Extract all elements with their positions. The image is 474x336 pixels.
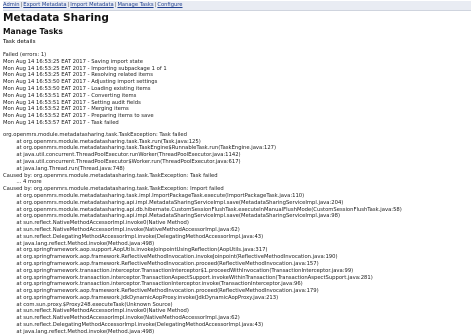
log-line: at org.springframework.transaction.inter… [3, 267, 354, 274]
log-line: Mon Aug 14 16:53:52 EAT 2017 - Merging i… [3, 106, 129, 113]
nav-link-import-metadata[interactable]: Import Metadata [70, 2, 113, 8]
log-line: at org.openmrs.module.metadatasharing.ta… [3, 138, 201, 145]
log-line: at org.openmrs.module.metadatasharing.ta… [3, 145, 277, 152]
log-line: at org.openmrs.module.metadatasharing.ta… [3, 192, 305, 199]
log-line: at java.util.concurrent.ThreadPoolExecut… [3, 152, 241, 159]
log-line: Caused by: org.openmrs.module.metadatash… [3, 186, 224, 193]
log-line: Mon Aug 14 16:53:51 EAT 2017 - Convertin… [3, 92, 137, 99]
log-line: at org.openmrs.module.metadatasharing.ap… [3, 213, 340, 220]
log-line: Mon Aug 14 16:53:50 EAT 2017 - Loading e… [3, 85, 151, 92]
log-line: Mon Aug 14 16:53:52 EAT 2017 - Preparing… [3, 113, 154, 120]
log-line: at sun.reflect.NativeMethodAccessorImpl.… [3, 226, 240, 233]
log-line: at sun.reflect.DelegatingMethodAccessorI… [3, 322, 264, 329]
nav-link-configure[interactable]: Configure [157, 2, 182, 8]
log-line: Mon Aug 14 16:53:50 EAT 2017 - Adjusting… [3, 79, 158, 86]
task-details-label: Task details [3, 39, 36, 45]
nav-link-manage-tasks[interactable]: Manage Tasks [117, 2, 153, 8]
nav-link-admin[interactable]: Admin [3, 2, 20, 8]
log-line: Mon Aug 14 16:53:25 EAT 2017 - Saving im… [3, 58, 143, 65]
log-line: at sun.reflect.NativeMethodAccessorImpl.… [3, 220, 189, 227]
log-line: at org.springframework.aop.framework.Ref… [3, 288, 319, 295]
log-line: at org.springframework.transaction.inter… [3, 274, 373, 281]
log-line: at java.lang.Thread.run(Thread.java:748) [3, 165, 125, 172]
log-line: at sun.reflect.NativeMethodAccessorImpl.… [3, 315, 240, 322]
log-line: at org.openmrs.module.metadatasharing.ap… [3, 199, 344, 206]
log-line: ... 4 more [3, 179, 42, 186]
nav-link-export-metadata[interactable]: Export Metadata [23, 2, 66, 8]
log-line: at java.util.concurrent.ThreadPoolExecut… [3, 158, 241, 165]
log-line: at sun.reflect.DelegatingMethodAccessorI… [3, 233, 264, 240]
log-line: Mon Aug 14 16:53:25 EAT 2017 - Resolving… [3, 72, 154, 79]
log-line: at java.lang.reflect.Method.invoke(Metho… [3, 328, 155, 335]
log-line: at org.openmrs.module.metadatasharing.ap… [3, 206, 402, 213]
log-line: at org.springframework.aop.framework.Jdk… [3, 294, 279, 301]
log-line: Mon Aug 14 16:53:25 EAT 2017 - Importing… [3, 65, 167, 72]
log-line: at org.springframework.aop.framework.Ref… [3, 254, 338, 261]
log-line: at org.springframework.aop.framework.Ref… [3, 260, 319, 267]
module-nav-bar: Admin|Export Metadata|Import Metadata|Ma… [3, 1, 471, 11]
log-line: Mon Aug 14 16:53:57 EAT 2017 - Task fail… [3, 119, 119, 126]
log-line: org.openmrs.module.metadatasharing.task.… [3, 131, 187, 138]
log-line: Caused by: org.openmrs.module.metadatash… [3, 172, 218, 179]
log-line: at sun.reflect.NativeMethodAccessorImpl.… [3, 308, 189, 315]
section-title: Manage Tasks [3, 27, 63, 36]
log-line: Mon Aug 14 16:53:51 EAT 2017 - Setting a… [3, 99, 141, 106]
log-line: at java.lang.reflect.Method.invoke(Metho… [3, 240, 155, 247]
task-log: Failed (errors: 1) Mon Aug 14 16:53:25 EA… [3, 52, 471, 336]
log-line: at org.springframework.aop.support.AopUt… [3, 247, 268, 254]
log-line: Failed (errors: 1) [3, 52, 47, 58]
page-title: Metadata Sharing [3, 12, 109, 24]
log-line: at org.springframework.transaction.inter… [3, 281, 303, 288]
log-line: at com.sun.proxy.$Proxy248.executeTask(U… [3, 301, 173, 308]
